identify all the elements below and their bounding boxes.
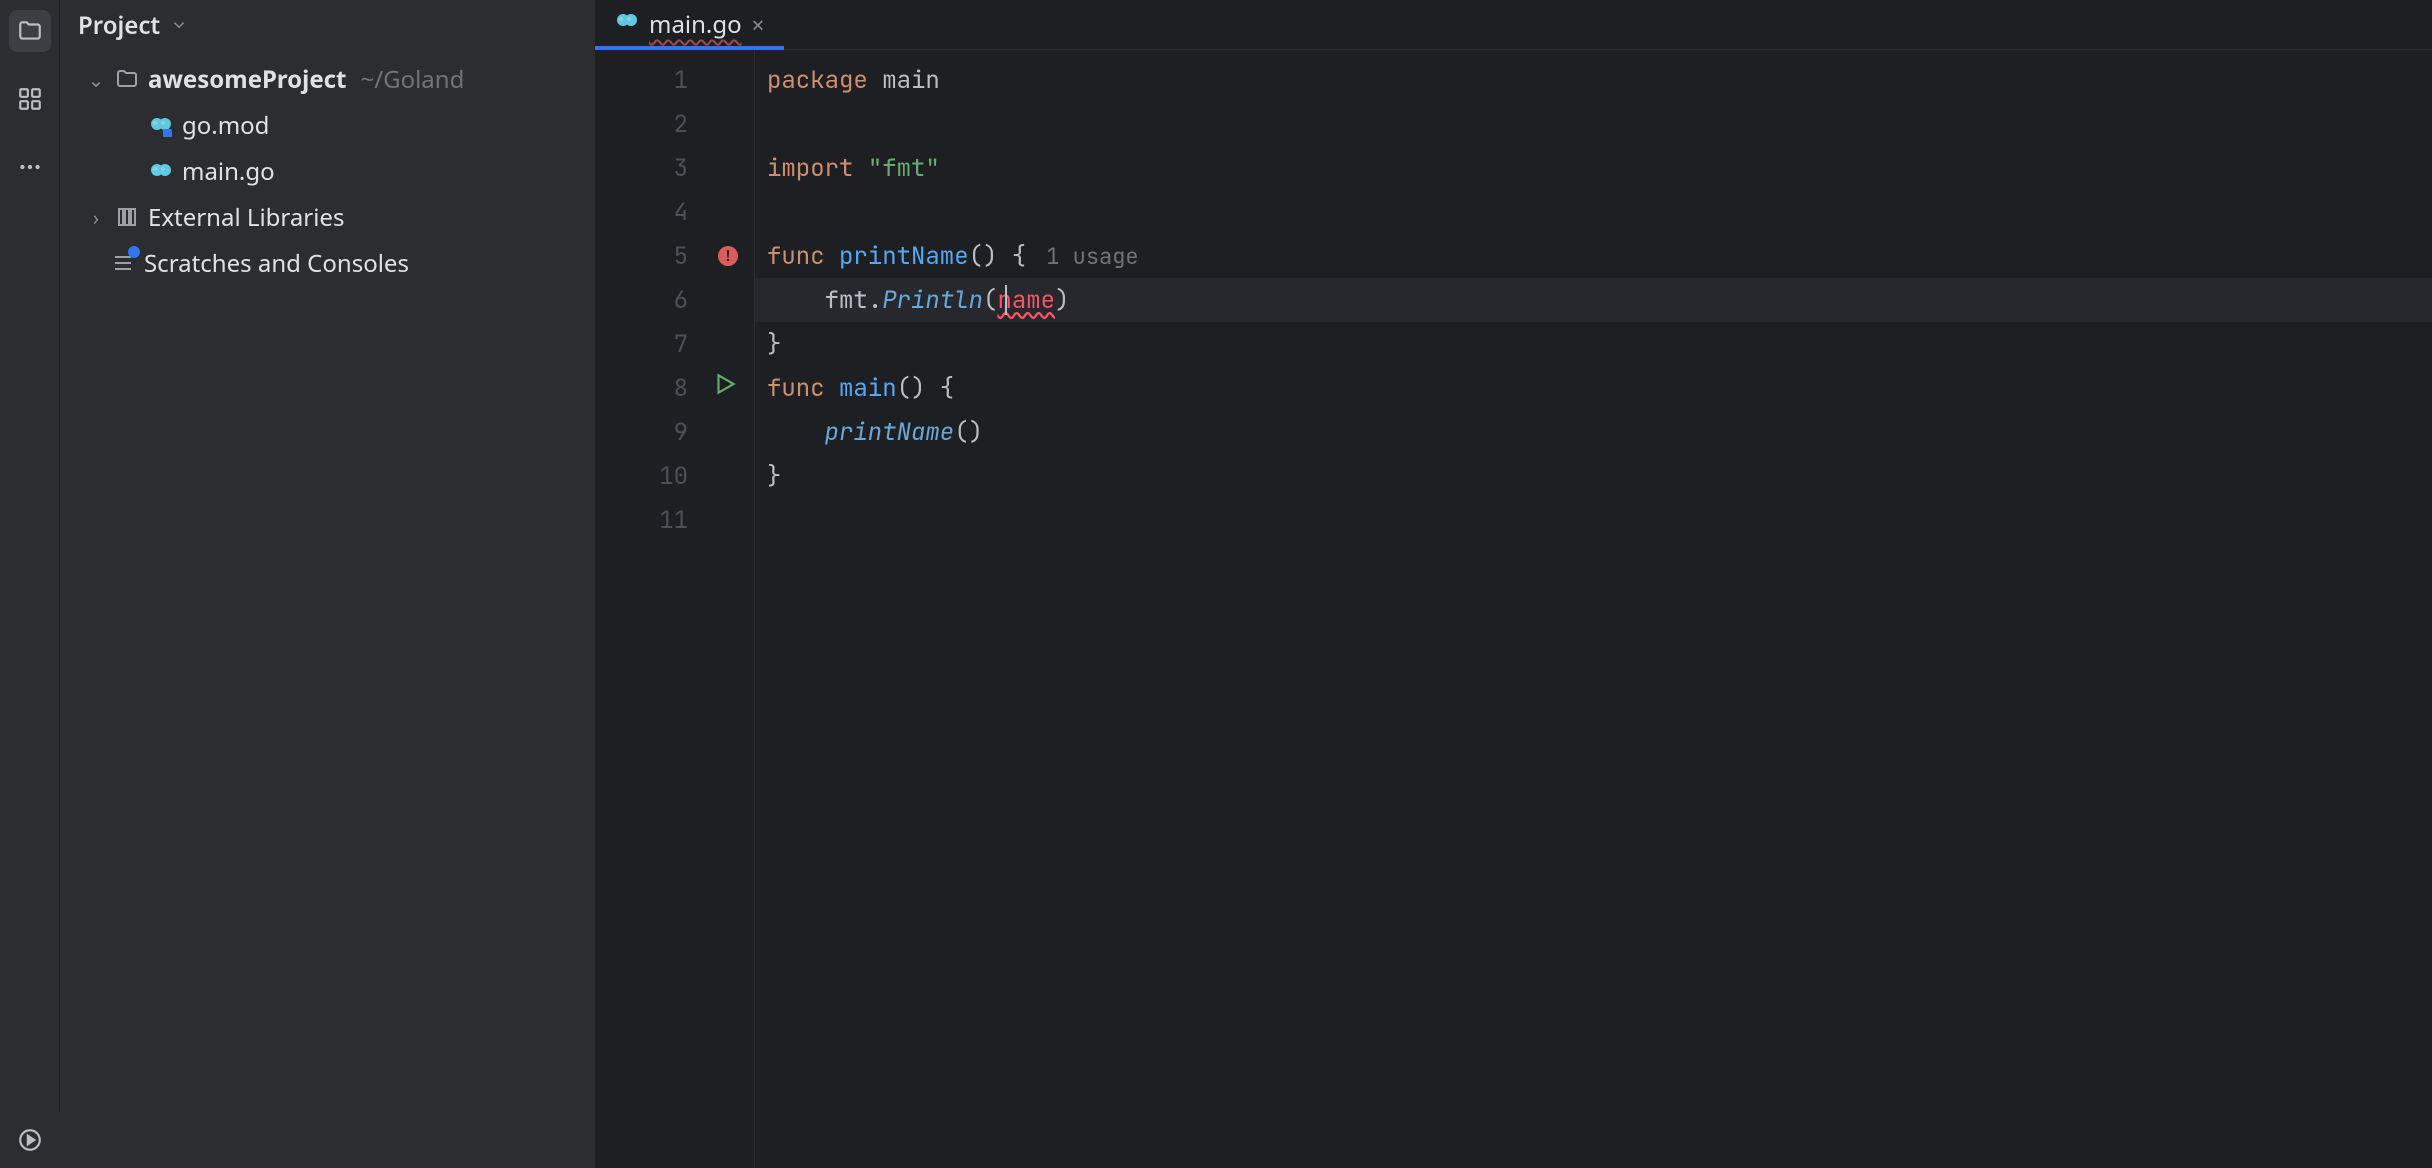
editor-body: 1 2 3 4 5 ! 6 7 8 9 10 11 <box>595 50 2432 1168</box>
tree-file-main[interactable]: main.go <box>64 148 595 194</box>
go-file-icon <box>615 8 639 41</box>
editor-tab-bar: main.go × <box>595 0 2432 50</box>
toolwindow-structure-button[interactable] <box>9 78 51 120</box>
code-line <box>755 498 2432 542</box>
code-line-current: fmt.Println(name) <box>755 278 2432 322</box>
go-file-icon <box>148 112 174 138</box>
tree-node-label: Scratches and Consoles <box>144 247 409 280</box>
library-icon <box>114 204 140 230</box>
folder-icon <box>17 18 43 44</box>
more-icon <box>17 154 43 180</box>
left-tool-strip <box>0 0 60 1168</box>
chevron-down-icon <box>170 9 188 42</box>
go-file-icon <box>148 158 174 184</box>
scratches-icon <box>110 250 136 276</box>
text-caret <box>1005 285 1007 315</box>
tree-file-label: main.go <box>182 155 275 188</box>
tab-filename: main.go <box>649 8 742 41</box>
project-tree: ⌄ awesomeProject ~/Goland go.mod <box>60 50 595 286</box>
code-line: func printName() {1 usage <box>755 234 2432 278</box>
project-panel: Project ⌄ awesomeProject ~/Goland g <box>60 0 595 1168</box>
code-line <box>755 190 2432 234</box>
gutter-line[interactable]: 3 <box>595 146 754 190</box>
gutter-line[interactable]: 6 <box>595 278 754 322</box>
gutter-line[interactable]: 11 <box>595 498 754 542</box>
tree-node-label: External Libraries <box>148 201 344 234</box>
code-line: } <box>755 322 2432 366</box>
code-line: func main() { <box>755 366 2432 410</box>
project-panel-header[interactable]: Project <box>60 0 595 50</box>
code-line <box>755 102 2432 146</box>
tree-root[interactable]: ⌄ awesomeProject ~/Goland <box>64 56 595 102</box>
chevron-right-icon: › <box>86 204 106 231</box>
gutter-line[interactable]: 7 <box>595 322 754 366</box>
editor-area: main.go × 1 2 3 4 5 ! 6 7 8 <box>595 0 2432 1168</box>
toolwindow-project-button[interactable] <box>9 10 51 52</box>
run-icon[interactable] <box>712 371 738 405</box>
gutter-line[interactable]: 4 <box>595 190 754 234</box>
gutter-line[interactable]: 8 <box>595 366 754 410</box>
run-toolwindow-icon <box>17 1127 43 1153</box>
gutter-line[interactable]: 2 <box>595 102 754 146</box>
structure-icon <box>17 86 43 112</box>
code-editor[interactable]: package main import "fmt" func printName… <box>755 50 2432 1168</box>
gutter-line[interactable]: 10 <box>595 454 754 498</box>
close-icon[interactable]: × <box>752 10 765 40</box>
inlay-hint-usages[interactable]: 1 usage <box>1026 242 1138 271</box>
code-line: printName() <box>755 410 2432 454</box>
editor-gutter: 1 2 3 4 5 ! 6 7 8 9 10 11 <box>595 50 755 1168</box>
toolwindow-run-button[interactable] <box>0 1112 60 1168</box>
editor-tab-main-go[interactable]: main.go × <box>595 0 784 49</box>
gutter-line[interactable]: 1 <box>595 58 754 102</box>
code-line: } <box>755 454 2432 498</box>
tree-file-label: go.mod <box>182 109 269 142</box>
tree-file-gomod[interactable]: go.mod <box>64 102 595 148</box>
gutter-line[interactable]: 5 ! <box>595 234 754 278</box>
chevron-down-icon: ⌄ <box>86 66 106 93</box>
tree-root-label: awesomeProject <box>148 63 346 96</box>
toolwindow-more-button[interactable] <box>9 146 51 188</box>
error-icon[interactable]: ! <box>718 246 738 266</box>
project-panel-title: Project <box>78 9 160 42</box>
tree-external-libraries[interactable]: › External Libraries <box>64 194 595 240</box>
code-line: import "fmt" <box>755 146 2432 190</box>
code-line: package main <box>755 58 2432 102</box>
tree-scratches[interactable]: Scratches and Consoles <box>64 240 595 286</box>
folder-icon <box>114 66 140 92</box>
gutter-line[interactable]: 9 <box>595 410 754 454</box>
tree-root-path: ~/Goland <box>360 63 464 96</box>
